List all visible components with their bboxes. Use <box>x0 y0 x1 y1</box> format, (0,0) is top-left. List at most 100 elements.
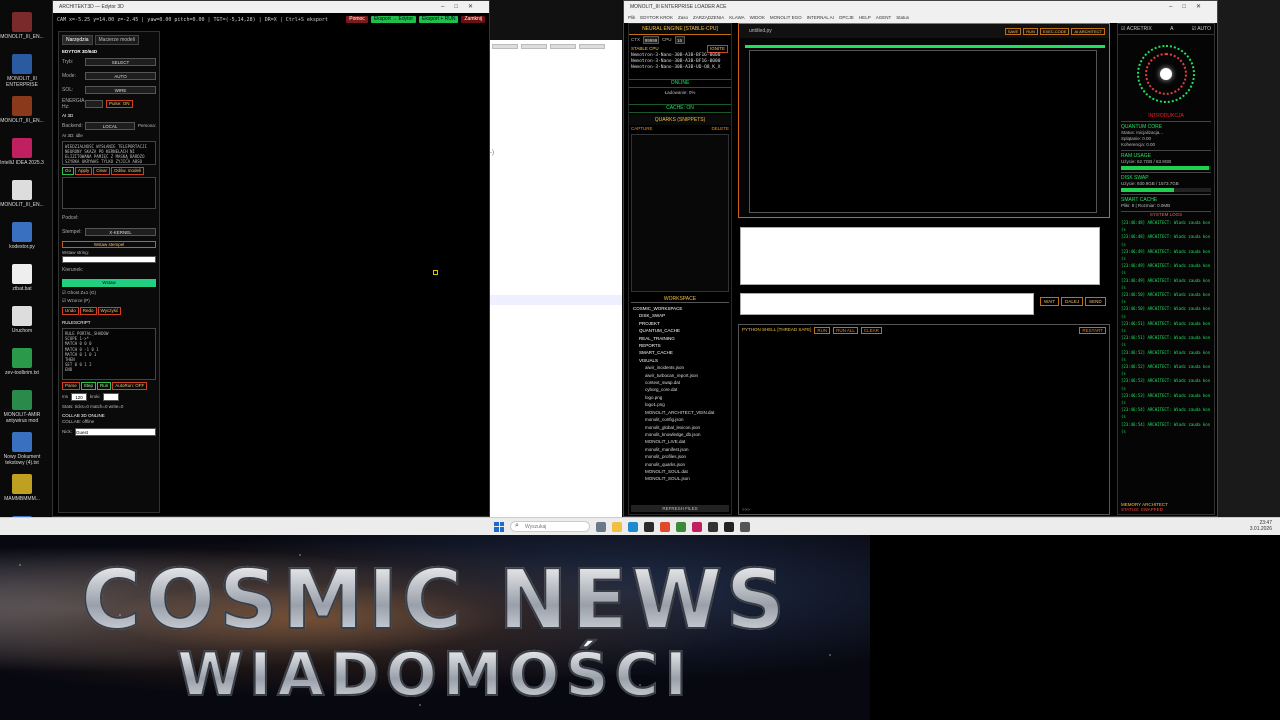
next-button[interactable]: DALEJ <box>1061 297 1084 306</box>
tree-file[interactable]: monolit_profiles.json <box>633 453 731 460</box>
ctx-input[interactable]: 99999 <box>643 36 659 44</box>
rulescript-editor[interactable]: RULE PORTAL_SHADOW SCOPE 1->* MATCH 0 0 … <box>62 328 156 380</box>
tree-folder[interactable]: REAL_TRAINING <box>633 335 731 342</box>
shell-clear-button[interactable]: CLEAR <box>860 327 882 334</box>
tree-file[interactable]: MONOLIT_SOUL.json <box>633 475 731 482</box>
nick-input[interactable]: Guest <box>75 428 156 436</box>
tree-file[interactable]: monolit_quarks.json <box>633 461 731 468</box>
tree-file[interactable]: aiwir_incidents.json <box>633 364 731 371</box>
desktop-icon[interactable]: MAMMBMMM... <box>0 474 44 512</box>
menu-item[interactable]: ZARZĄDZENIA <box>693 15 724 20</box>
tree-file[interactable]: monolit_global_lexicon.json <box>633 424 731 431</box>
menu-item[interactable]: AGENT <box>876 15 892 20</box>
tree-folder[interactable]: DISK_SWAP <box>633 312 731 319</box>
export-run-button[interactable]: Eksport + RUN <box>419 16 459 23</box>
menu-item[interactable]: MONOLIT EGO <box>770 15 802 20</box>
edge-icon[interactable] <box>628 521 638 532</box>
ai-prompt-textarea[interactable]: WIEDZIALNOŚĆ WYSŁANIE TELEPORTACJI NEURO… <box>62 141 156 165</box>
background-tab[interactable] <box>579 44 605 49</box>
shell-run-all-button[interactable]: RUN ALL <box>833 327 858 334</box>
background-tab[interactable] <box>521 44 547 49</box>
system-tray[interactable]: 23:47 3.01.2026 <box>1250 520 1272 532</box>
tree-file[interactable]: cyborg_core.dat <box>633 386 731 393</box>
exec-code-button[interactable]: EXEC.CODE <box>1039 28 1070 35</box>
shell-restart-button[interactable]: RESTART <box>1079 327 1106 334</box>
tree-folder[interactable]: SMART_CACHE <box>633 349 731 356</box>
menu-item[interactable]: EDYTOR KROK <box>640 15 673 20</box>
sol-select[interactable]: WIRE <box>85 86 156 94</box>
steps-input[interactable] <box>102 393 119 401</box>
store-icon[interactable] <box>644 521 654 532</box>
model-item[interactable]: Nemotron-3-Nano-30B-A3B-UD-Q8_K_X <box>629 65 731 71</box>
tree-file[interactable]: MONOLIT_SOUL.dat <box>633 468 731 475</box>
viewport-3d[interactable] <box>163 31 568 516</box>
tree-file[interactable]: MONOLIT_LIVE.dat <box>633 438 731 445</box>
desktop-icon[interactable]: MONOLIT_III_EN... <box>0 12 44 50</box>
run-code-button[interactable]: RUN <box>1023 28 1038 35</box>
tree-folder[interactable]: REPORTS <box>633 342 731 349</box>
patterns-checkbox[interactable]: ☑ Wzorce (P) <box>62 298 156 304</box>
ms-input[interactable]: 120 <box>71 393 87 401</box>
window-controls[interactable]: –□✕ <box>441 1 483 13</box>
menu-item[interactable]: WIDOK <box>750 15 765 20</box>
desktop-icon[interactable]: Nowy Dokument tekstowy (4).txt <box>0 432 44 470</box>
start-icon[interactable] <box>494 521 504 532</box>
system-logs[interactable]: [23:46:48] ARCHITECT: Wiadc zauda kon (s… <box>1118 219 1214 434</box>
tree-file[interactable]: context_swap.dat <box>633 379 731 386</box>
cpu-input[interactable]: 16 <box>674 36 685 44</box>
tree-folder[interactable]: PROJEKT <box>633 320 731 327</box>
clear-button[interactable]: Wyczyść <box>97 307 122 315</box>
shell-run-button[interactable]: RUN <box>814 327 831 334</box>
python-shell[interactable]: PYTHON SHELL [THREAD SAFE] RUN RUN ALL C… <box>738 324 1110 515</box>
auto-toggle[interactable]: ☑ AUTO <box>1192 26 1211 32</box>
refresh-files-button[interactable]: REFRESH FILES <box>631 505 729 512</box>
desktop-icon[interactable]: IntelliJ IDEA 2025.3 <box>0 138 44 176</box>
menu-item[interactable]: INTERNAL AI <box>807 15 834 20</box>
tree-file[interactable]: logo.png <box>633 394 731 401</box>
refresh-models-button[interactable]: Odśw. modeli <box>111 167 145 175</box>
tab-model-matrices[interactable]: Macierze modeli <box>94 35 139 45</box>
run-button[interactable]: Run <box>97 382 112 390</box>
monolit-titlebar[interactable]: MONOLIT_III ENTERPRISE LOADER ACE –□✕ <box>624 1 1217 13</box>
redo-button[interactable]: Redo <box>79 307 97 315</box>
app-icon[interactable] <box>676 521 686 532</box>
tree-folder[interactable]: QUANTUM_CACHE <box>633 327 731 334</box>
desktop-icon[interactable]: kodestor.py <box>0 222 44 260</box>
brave-icon[interactable] <box>660 521 670 532</box>
go-button[interactable]: Go <box>62 167 75 175</box>
insert-string-input[interactable] <box>62 256 156 263</box>
close-button[interactable]: Zamknij <box>461 16 485 23</box>
pulse-toggle[interactable]: Pulse: ON <box>106 100 133 108</box>
wait-button[interactable]: WAIT <box>1040 297 1060 306</box>
send-button[interactable]: SEND <box>1085 297 1106 306</box>
accel-toggle[interactable]: ☑ ACRETRIX <box>1121 26 1152 32</box>
window-controls[interactable]: –□✕ <box>1169 1 1211 13</box>
app-icon[interactable] <box>724 521 734 532</box>
energia-input[interactable] <box>85 100 103 108</box>
menu-item[interactable]: HELP <box>859 15 871 20</box>
tree-root[interactable]: COSMIC_WORKSPACE <box>633 305 731 312</box>
ghost-checkbox[interactable]: ☑ Ghost Z±1 (G) <box>62 290 156 296</box>
background-tab[interactable] <box>492 44 518 49</box>
desktop-icon[interactable]: ztbat.bat <box>0 264 44 302</box>
quarks-list[interactable] <box>631 134 729 292</box>
tree-file[interactable]: monolit_config.json <box>633 416 731 423</box>
insert-button[interactable]: Wstaw <box>62 279 156 287</box>
capture-button[interactable]: CAPTURE <box>631 126 653 131</box>
code-editor[interactable] <box>749 50 1097 213</box>
tryb-select[interactable]: SELECT <box>85 58 156 66</box>
menu-item[interactable]: OPCJE <box>839 15 854 20</box>
tree-file[interactable]: aiwir_turbocan_report.json <box>633 372 731 379</box>
tree-file[interactable]: MONOLIT_ARCHITECT_VEIN.dat <box>633 409 731 416</box>
delete-button[interactable]: DELETE <box>711 126 729 131</box>
taskbar-search[interactable]: Wyszukaj <box>510 521 590 532</box>
undo-button[interactable]: Undo <box>62 307 79 315</box>
tree-folder[interactable]: VISUALS <box>633 357 731 364</box>
ai-architect-button[interactable]: AI ARCHITECT <box>1071 28 1105 35</box>
help-button[interactable]: Pomoc <box>346 16 368 23</box>
step-button[interactable]: Step <box>80 382 97 390</box>
desktop-icon[interactable]: MONOLIT_III_EN... <box>0 96 44 134</box>
export-editor-button[interactable]: Eksport → Edytor <box>370 16 416 23</box>
task-view-icon[interactable] <box>596 521 606 532</box>
insert-stamp-button[interactable]: Wstaw stempel <box>62 241 156 248</box>
